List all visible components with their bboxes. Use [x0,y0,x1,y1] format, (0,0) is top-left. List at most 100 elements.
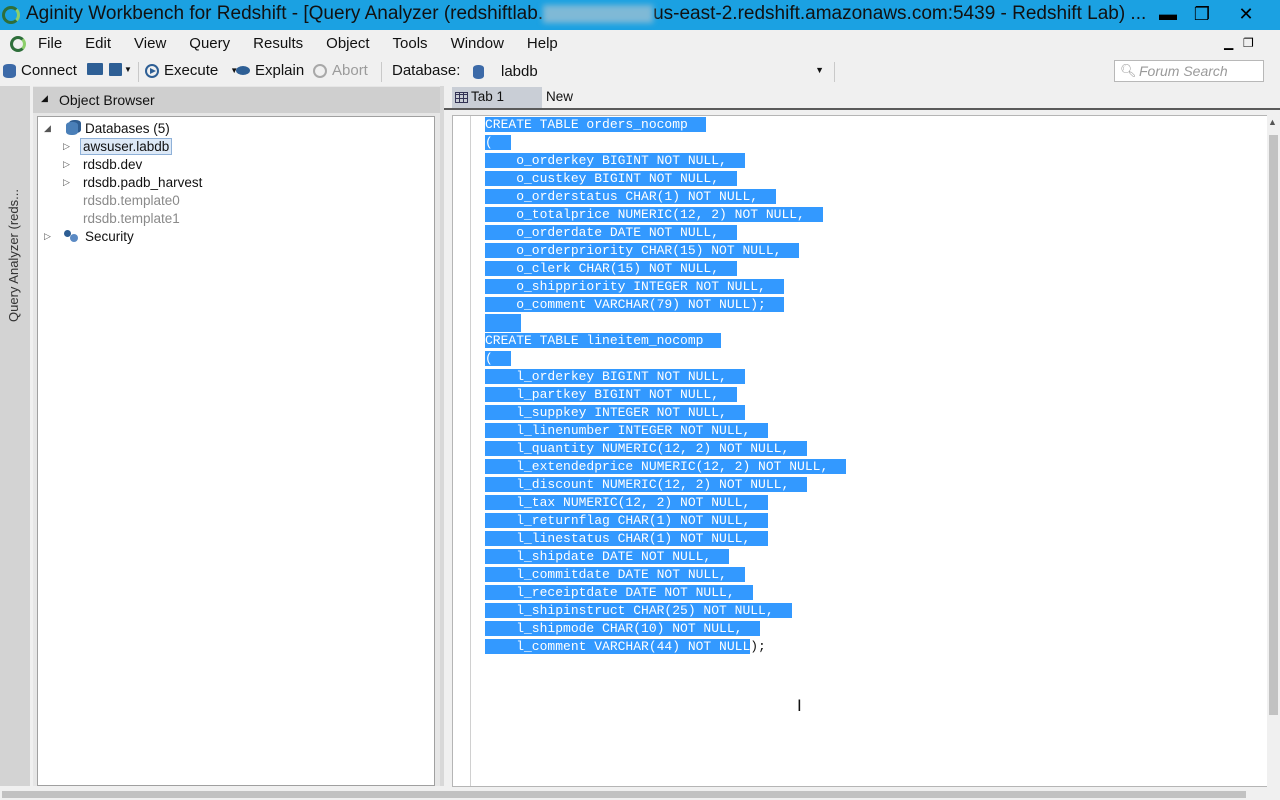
scroll-up-icon[interactable]: ▲ [1268,117,1277,127]
menu-tools[interactable]: Tools [393,35,428,52]
menu-file[interactable]: File [38,35,62,52]
code-line: l_linestatus CHAR(1) NOT NULL, [485,530,769,548]
sql-editor[interactable]: CREATE TABLE orders_nocomp ( o_orderkey B… [452,115,1269,787]
selected-code-text: l_partkey BIGINT NOT NULL, [485,387,738,402]
explain-button[interactable]: Explain [236,62,304,79]
code-line: l_shipdate DATE NOT NULL, [485,548,730,566]
code-line: o_orderkey BIGINT NOT NULL, [485,152,745,170]
selected-code-text: ( [485,135,511,150]
restore-button[interactable]: ❐ [1183,0,1221,28]
tab-label: Tab 1 [471,89,505,104]
code-line: l_comment VARCHAR(44) NOT NULL); [485,638,766,656]
selected-code-text: ( [485,351,511,366]
tree-node-rdsdb-template0[interactable]: rdsdb.template0 [83,191,180,209]
window-title: Aginity Workbench for Redshift - [Query … [26,3,1146,25]
menu-window[interactable]: Window [451,35,504,52]
menu-object[interactable]: Object [326,35,369,52]
selected-code-text: o_clerk CHAR(15) NOT NULL, [485,261,738,276]
tree-label: Databases (5) [85,120,170,136]
open-folder-icon[interactable] [87,63,103,75]
horizontal-scrollbar[interactable] [0,788,1250,800]
app-menu-icon[interactable] [10,36,26,52]
menu-edit[interactable]: Edit [85,35,111,52]
connect-button[interactable]: Connect [3,62,77,79]
selected-code-text: l_shipdate DATE NOT NULL, [485,549,730,564]
save-icon[interactable]: ▼ [109,63,132,76]
tree-label: rdsdb.dev [83,156,143,172]
tree-label: Security [85,228,134,244]
text-cursor-icon: I [797,696,802,715]
selected-code-text: l_commitdate DATE NOT NULL, [485,567,745,582]
vertical-scrollbar[interactable]: ▲ [1267,115,1280,787]
abort-button[interactable]: Abort [313,62,368,79]
tab-1[interactable]: Tab 1 [452,87,542,108]
menu-query[interactable]: Query [189,35,230,52]
toolbar-separator [834,62,835,82]
code-line: l_discount NUMERIC(12, 2) NOT NULL, [485,476,808,494]
tree-label: rdsdb.template1 [83,210,180,226]
connect-icon [3,63,16,78]
code-line: l_quantity NUMERIC(12, 2) NOT NULL, [485,440,808,458]
code-line: CREATE TABLE lineitem_nocomp [485,332,722,350]
mdi-minimize-button[interactable]: ▁ [1224,36,1233,50]
code-line: l_partkey BIGINT NOT NULL, [485,386,738,404]
minimize-button[interactable]: ▬ [1149,0,1187,28]
object-browser-panel: ◢ Object Browser ◢ Databases (5) ▷ awsus… [33,86,440,786]
expand-triangle-icon[interactable]: ▷ [63,177,70,188]
selected-code-text: l_discount NUMERIC(12, 2) NOT NULL, [485,477,808,492]
menu-view[interactable]: View [134,35,166,52]
code-line: o_custkey BIGINT NOT NULL, [485,170,738,188]
expand-triangle-icon[interactable]: ▷ [44,231,51,242]
forum-search-input[interactable]: 🔍︎ Forum Search [1114,60,1264,82]
databases-icon [66,121,78,135]
mdi-restore-button[interactable]: ❐ [1243,36,1254,50]
editor-gutter [453,116,471,786]
menu-results[interactable]: Results [253,35,303,52]
chevron-down-icon[interactable]: ▼ [815,65,824,75]
code-line: o_totalprice NUMERIC(12, 2) NOT NULL, [485,206,823,224]
collapse-triangle-icon[interactable]: ◢ [44,123,51,134]
selected-code-text: l_tax NUMERIC(12, 2) NOT NULL, [485,495,769,510]
database-label: Database: [392,62,461,79]
code-line: l_suppkey INTEGER NOT NULL, [485,404,745,422]
tree-node-rdsdb-padb-harvest[interactable]: ▷ rdsdb.padb_harvest [63,173,202,191]
selected-code-text: CREATE TABLE orders_nocomp [485,117,706,132]
code-line: l_linenumber INTEGER NOT NULL, [485,422,769,440]
query-analyzer-side-tab[interactable]: Query Analyzer (reds... [0,86,30,786]
menu-help[interactable]: Help [527,35,558,52]
grid-icon [455,92,468,103]
expand-triangle-icon[interactable]: ▷ [63,159,70,170]
database-select[interactable]: labdb ▼ [468,62,830,83]
execute-label: Execute [164,62,219,79]
close-button[interactable]: ✕ [1227,0,1265,28]
expand-triangle-icon[interactable]: ▷ [63,141,70,152]
window-title-prefix: Aginity Workbench for Redshift - [Query … [26,3,544,24]
tree-node-security[interactable]: ▷ Security [44,227,134,245]
code-line: o_clerk CHAR(15) NOT NULL, [485,260,738,278]
code-line: l_returnflag CHAR(1) NOT NULL, [485,512,769,530]
selected-code-text: o_totalprice NUMERIC(12, 2) NOT NULL, [485,207,823,222]
tree-node-databases[interactable]: ◢ Databases (5) [44,119,170,137]
code-line: l_tax NUMERIC(12, 2) NOT NULL, [485,494,769,512]
selected-code-text: l_receiptdate DATE NOT NULL, [485,585,753,600]
tree-node-rdsdb-template1[interactable]: rdsdb.template1 [83,209,180,227]
selected-code-text: o_shippriority INTEGER NOT NULL, [485,279,784,294]
code-line: l_shipinstruct CHAR(25) NOT NULL, [485,602,792,620]
tab-new[interactable]: New [546,89,573,104]
execute-button[interactable]: Execute ▼ [145,62,238,79]
selected-code-text: l_linestatus CHAR(1) NOT NULL, [485,531,769,546]
code-line: o_shippriority INTEGER NOT NULL, [485,278,784,296]
menu-bar: File Edit View Query Results Object Tool… [0,30,1280,58]
scroll-thumb[interactable] [2,791,1246,798]
aginity-app-icon [2,6,20,24]
object-tree: ◢ Databases (5) ▷ awsuser.labdb ▷ rdsdb.… [37,116,435,786]
scroll-thumb[interactable] [1269,135,1278,715]
panel-splitter[interactable] [440,86,444,786]
tree-node-awsuser-labdb[interactable]: ▷ awsuser.labdb [63,137,173,155]
code-line: ( [485,134,511,152]
unselected-code-text: ); [750,639,766,654]
users-icon [64,230,79,242]
pin-icon[interactable]: ◢ [41,93,48,104]
tree-node-rdsdb-dev[interactable]: ▷ rdsdb.dev [63,155,142,173]
menu-items: File Edit View Query Results Object Tool… [38,35,581,52]
